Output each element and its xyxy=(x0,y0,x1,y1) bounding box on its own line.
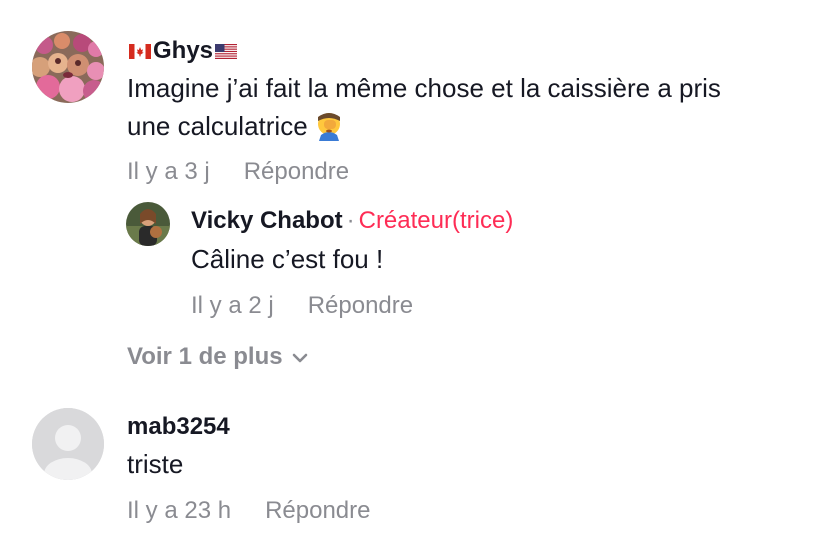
comment-meta: Il y a 2 j Répondre xyxy=(191,292,413,320)
face-palm-emoji-icon xyxy=(317,113,340,141)
default-avatar-icon xyxy=(32,408,104,480)
comment-meta: Il y a 3 j Répondre xyxy=(127,158,349,186)
reply-button[interactable]: Répondre xyxy=(265,497,370,524)
view-more-label: Voir 1 de plus xyxy=(127,343,283,370)
comment-timestamp: Il y a 3 j xyxy=(127,158,210,185)
chevron-down-icon xyxy=(292,353,307,362)
comment-text: triste xyxy=(127,449,184,479)
avatar[interactable] xyxy=(126,202,170,246)
comment-timestamp: Il y a 23 h xyxy=(127,497,232,524)
comment-username[interactable]: Vicky Chabot · Créateur(trice) xyxy=(191,207,513,235)
comment-username[interactable]: Ghys xyxy=(127,37,239,65)
comment-text-line: une calculatrice xyxy=(127,107,817,145)
comment-username[interactable]: mab3254 xyxy=(127,413,230,441)
comment-text: Câline c’est fou ! xyxy=(191,244,384,274)
comment-username-text: Vicky Chabot xyxy=(191,207,343,234)
view-more-replies-button[interactable]: Voir 1 de plus xyxy=(127,343,309,371)
creator-badge: Créateur(trice) xyxy=(358,207,514,234)
creator-separator: · xyxy=(346,207,355,234)
comment-text: Imagine j’ai fait la même chose et la ca… xyxy=(127,69,817,145)
comment-meta: Il y a 23 h Répondre xyxy=(127,497,370,525)
avatar[interactable] xyxy=(32,408,104,480)
comment-timestamp: Il y a 2 j xyxy=(191,292,274,319)
comment-text-line: Imagine j’ai fait la même chose et la ca… xyxy=(127,73,721,103)
avatar[interactable] xyxy=(32,31,104,103)
avatar-image xyxy=(32,31,104,103)
reply-button[interactable]: Répondre xyxy=(244,158,349,185)
reply-button[interactable]: Répondre xyxy=(308,292,413,319)
avatar-image xyxy=(126,202,170,246)
canada-flag-icon xyxy=(129,44,151,60)
comment-text-line-content: une calculatrice xyxy=(127,111,308,141)
comment-username-text: Ghys xyxy=(153,37,214,64)
usa-flag-icon xyxy=(215,44,238,60)
